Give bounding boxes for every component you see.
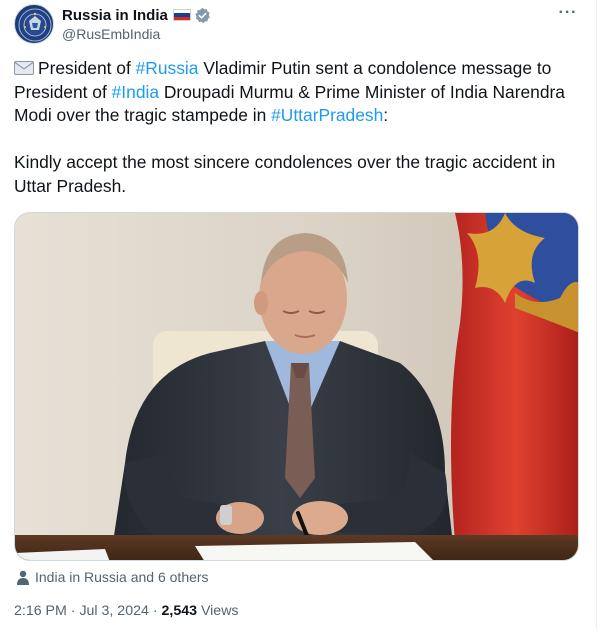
envelope-icon	[14, 61, 34, 75]
tweet-line-5: Uttar Pradesh.	[14, 175, 127, 196]
tweet-line-1: President of #Russia Vladimir Putin sent…	[14, 57, 584, 81]
line2-post: Droupadi Murmu & Prime Minister of India…	[159, 81, 565, 102]
tweet-time[interactable]: 2:16 PM	[14, 603, 67, 619]
verified-badge-icon	[195, 7, 210, 23]
tweet-card: Russia in India @RusEmbIndia ··· Preside…	[0, 0, 597, 629]
tweet-line-4: Kindly accept the most sincere condolenc…	[14, 152, 556, 172]
meta-separator: ·	[66, 603, 80, 619]
tweet-header: Russia in India @RusEmbIndia ···	[14, 4, 584, 44]
flag-stripe-red	[173, 16, 190, 20]
tweet-photo[interactable]	[14, 212, 579, 561]
russia-flag-icon	[172, 9, 191, 21]
hashtag-uttarpradesh-link[interactable]: #UttarPradesh	[271, 105, 383, 125]
tagged-users-link[interactable]: India in Russia and 6 others	[16, 567, 209, 587]
hashtag-india-link[interactable]: #India	[112, 82, 159, 102]
line1-pre: President of	[38, 58, 136, 78]
hashtag-russia-link[interactable]: #Russia	[136, 58, 199, 78]
photo-putin-signing-document	[15, 213, 578, 560]
views-label: Views	[197, 603, 239, 619]
person-icon	[17, 570, 29, 585]
display-name[interactable]: Russia in India	[62, 7, 168, 24]
tweet-line-3: Modi over the tragic stampede in #UttarP…	[14, 104, 584, 128]
name-row: Russia in India	[62, 5, 211, 25]
tagged-users-text: India in Russia and 6 others	[35, 569, 209, 585]
tweet-line-2: President of #India Droupadi Murmu & Pri…	[14, 81, 584, 105]
line3-post: :	[383, 105, 389, 125]
line1-post: Vladimir Putin sent a condolence message…	[198, 58, 552, 78]
line3-pre: Modi over the tragic stampede in	[14, 105, 272, 125]
account-handle[interactable]: @RusEmbIndia	[62, 26, 160, 42]
avatar[interactable]	[14, 4, 54, 44]
meta-separator: ·	[148, 603, 162, 619]
tweet-text: President of #Russia Vladimir Putin sent…	[14, 57, 584, 198]
views-count: 2,543	[161, 603, 197, 619]
embassy-emblem-icon	[18, 8, 52, 42]
tweet-meta: 2:16 PM · Jul 3, 2024 · 2,543 Views	[14, 603, 239, 619]
line2-pre: President of	[14, 81, 112, 102]
more-options-button[interactable]: ···	[556, 4, 580, 22]
tweet-date[interactable]: Jul 3, 2024	[79, 603, 148, 619]
